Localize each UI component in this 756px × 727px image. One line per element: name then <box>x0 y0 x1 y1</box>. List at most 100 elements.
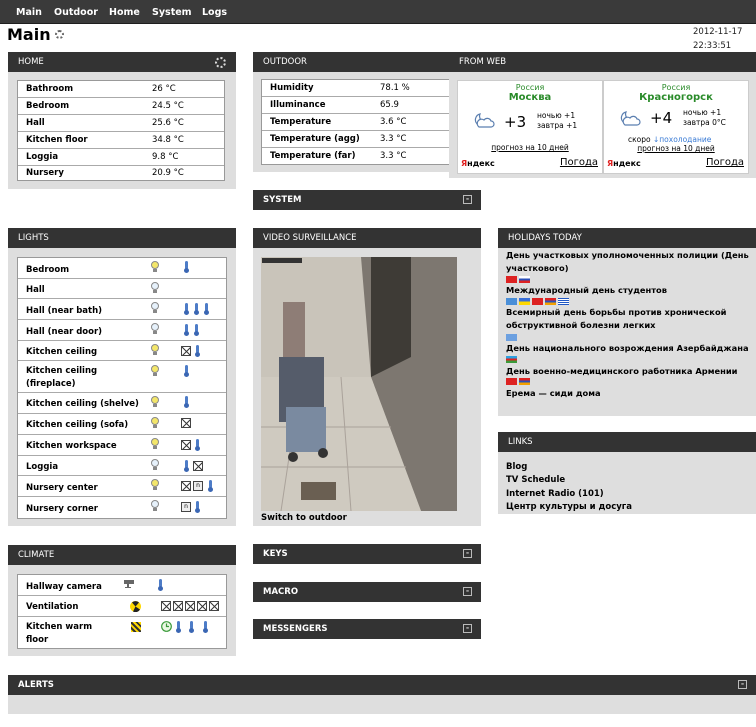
weather-link[interactable]: Погода <box>706 157 744 168</box>
thermometer-icon <box>184 303 189 315</box>
link-tv-schedule[interactable]: TV Schedule <box>506 475 565 485</box>
link-blog[interactable]: Blog <box>506 462 527 472</box>
alerts-title: ALERTS <box>18 680 54 690</box>
links-title: LINKS <box>508 437 533 447</box>
messengers-panel-header[interactable]: MESSENGERS - <box>253 619 481 639</box>
weather-widget-krasnogorsk[interactable]: Россия Красногорск +4 ночью +1 завтра 0°… <box>603 80 749 174</box>
outdoor-row-value: 65.9 <box>380 100 399 110</box>
expand-icon[interactable]: - <box>463 195 472 204</box>
weather-night: ночью +1 <box>537 111 576 120</box>
thermometer-icon <box>195 439 200 451</box>
weather-city: Красногорск <box>639 92 713 103</box>
thermometer-icon <box>184 460 189 472</box>
outdoor-row-name: Humidity <box>270 83 314 93</box>
page-title: Main <box>7 25 51 44</box>
flag-icon <box>506 276 517 283</box>
weather-temp: +3 <box>504 113 527 131</box>
gear-icon[interactable] <box>54 30 64 39</box>
bulb-off-icon[interactable] <box>151 500 159 511</box>
thermometer-icon <box>184 324 189 336</box>
macro-panel: MACRO - <box>253 582 481 602</box>
table-row: Bedroom 24.5 °C <box>18 98 224 115</box>
outdoor-row-name: Temperature <box>270 117 332 127</box>
light-name: Nursery center <box>26 483 98 493</box>
table-row: Hall 25.6 °C <box>18 115 224 132</box>
flag-icon <box>519 298 530 305</box>
link-culture-center[interactable]: Центр культуры и досуга <box>506 502 632 512</box>
thermometer-icon <box>184 365 189 377</box>
alerts-panel-header[interactable]: ALERTS - <box>8 675 756 695</box>
table-row: Nursery corner n <box>18 497 226 517</box>
expand-icon[interactable]: - <box>463 624 472 633</box>
flag-icon <box>506 298 517 305</box>
thermometer-icon <box>203 621 208 633</box>
camera-feed[interactable] <box>261 257 457 511</box>
flag-icon <box>506 378 517 385</box>
camera-icon[interactable] <box>124 579 138 589</box>
system-panel-header[interactable]: SYSTEM - <box>253 190 481 210</box>
expand-icon[interactable]: - <box>463 549 472 558</box>
expand-icon[interactable]: - <box>738 680 747 689</box>
holiday-flags <box>506 356 519 364</box>
weather-link[interactable]: Погода <box>560 157 598 168</box>
forecast-link[interactable]: прогноз на 10 дней <box>458 143 602 152</box>
nav-logs[interactable]: Logs <box>202 7 227 18</box>
bulb-on-icon[interactable] <box>151 479 159 490</box>
nav-system[interactable]: System <box>152 7 192 18</box>
keys-panel-header[interactable]: KEYS - <box>253 544 481 564</box>
messengers-panel: MESSENGERS - <box>253 619 481 639</box>
keys-title: KEYS <box>263 549 288 559</box>
bulb-on-icon[interactable] <box>151 417 159 428</box>
nav-home[interactable]: Home <box>109 7 140 18</box>
weather-widget-moscow[interactable]: Россия Москва +3 ночью +1 завтра +1 прог… <box>457 80 603 174</box>
weather-note-text: скоро <box>628 135 651 144</box>
nav-outdoor[interactable]: Outdoor <box>54 7 98 18</box>
disabled-sensor-icon <box>209 601 219 611</box>
forecast-link[interactable]: прогноз на 10 дней <box>604 144 748 153</box>
time-text: 22:33:51 <box>693 41 732 51</box>
thermometer-icon <box>189 621 194 633</box>
climate-table: Hallway camera Ventilation Kitchen warm … <box>17 574 227 649</box>
table-row: Nursery center n <box>18 476 226 497</box>
cloud-moon-icon <box>620 111 641 126</box>
expand-icon[interactable]: - <box>463 587 472 596</box>
module-icon: n <box>193 481 203 491</box>
macro-panel-header[interactable]: MACRO - <box>253 582 481 602</box>
home-row-name: Loggia <box>26 152 59 162</box>
cloud-moon-icon <box>474 113 495 128</box>
home-panel: HOME Bathroom 26 °C Bedroom 24.5 °C Hall 25… <box>8 52 236 189</box>
light-name: Kitchen ceiling (sofa) <box>26 420 129 430</box>
table-row: Bathroom 26 °C <box>18 81 224 98</box>
bulb-off-icon[interactable] <box>151 282 159 293</box>
link-internet-radio[interactable]: Internet Radio (101) <box>506 489 604 499</box>
flag-icon <box>506 356 517 363</box>
holidays-title: HOLIDAYS TODAY <box>508 233 582 243</box>
bulb-on-icon[interactable] <box>151 438 159 449</box>
bulb-off-icon[interactable] <box>151 302 159 313</box>
bulb-off-icon[interactable] <box>151 323 159 334</box>
outdoor-row-name: Temperature (agg) <box>270 134 360 144</box>
bulb-on-icon[interactable] <box>151 396 159 407</box>
bulb-off-icon[interactable] <box>151 459 159 470</box>
clock: 2012-11-17 22:33:51 <box>693 25 742 53</box>
heater-icon[interactable] <box>131 622 141 632</box>
holiday-item: Международный день студентов <box>506 285 668 295</box>
thermometer-icon <box>208 480 213 492</box>
bulb-on-icon[interactable] <box>151 261 159 272</box>
table-row: Humidity 78.1 % <box>262 80 470 97</box>
switch-outdoor-link[interactable]: Switch to outdoor <box>261 513 347 523</box>
table-row: Kitchen floor 34.8 °C <box>18 132 224 149</box>
lights-table: Bedroom Hall Hall (near bath) Hall (near… <box>17 257 227 519</box>
bulb-on-icon[interactable] <box>151 365 159 376</box>
thermometer-icon <box>195 345 200 357</box>
fan-icon[interactable] <box>130 601 141 612</box>
table-row: Kitchen warm floor <box>18 617 226 648</box>
flag-icon <box>532 298 543 305</box>
thermometer-icon <box>184 396 189 408</box>
outdoor-title: OUTDOOR <box>263 57 307 67</box>
light-name: Nursery corner <box>26 504 98 514</box>
holiday-item: Ерема — сиди дома <box>506 388 601 398</box>
bulb-on-icon[interactable] <box>151 344 159 355</box>
nav-main[interactable]: Main <box>16 7 42 18</box>
weather-night: ночью +1 <box>683 108 722 117</box>
